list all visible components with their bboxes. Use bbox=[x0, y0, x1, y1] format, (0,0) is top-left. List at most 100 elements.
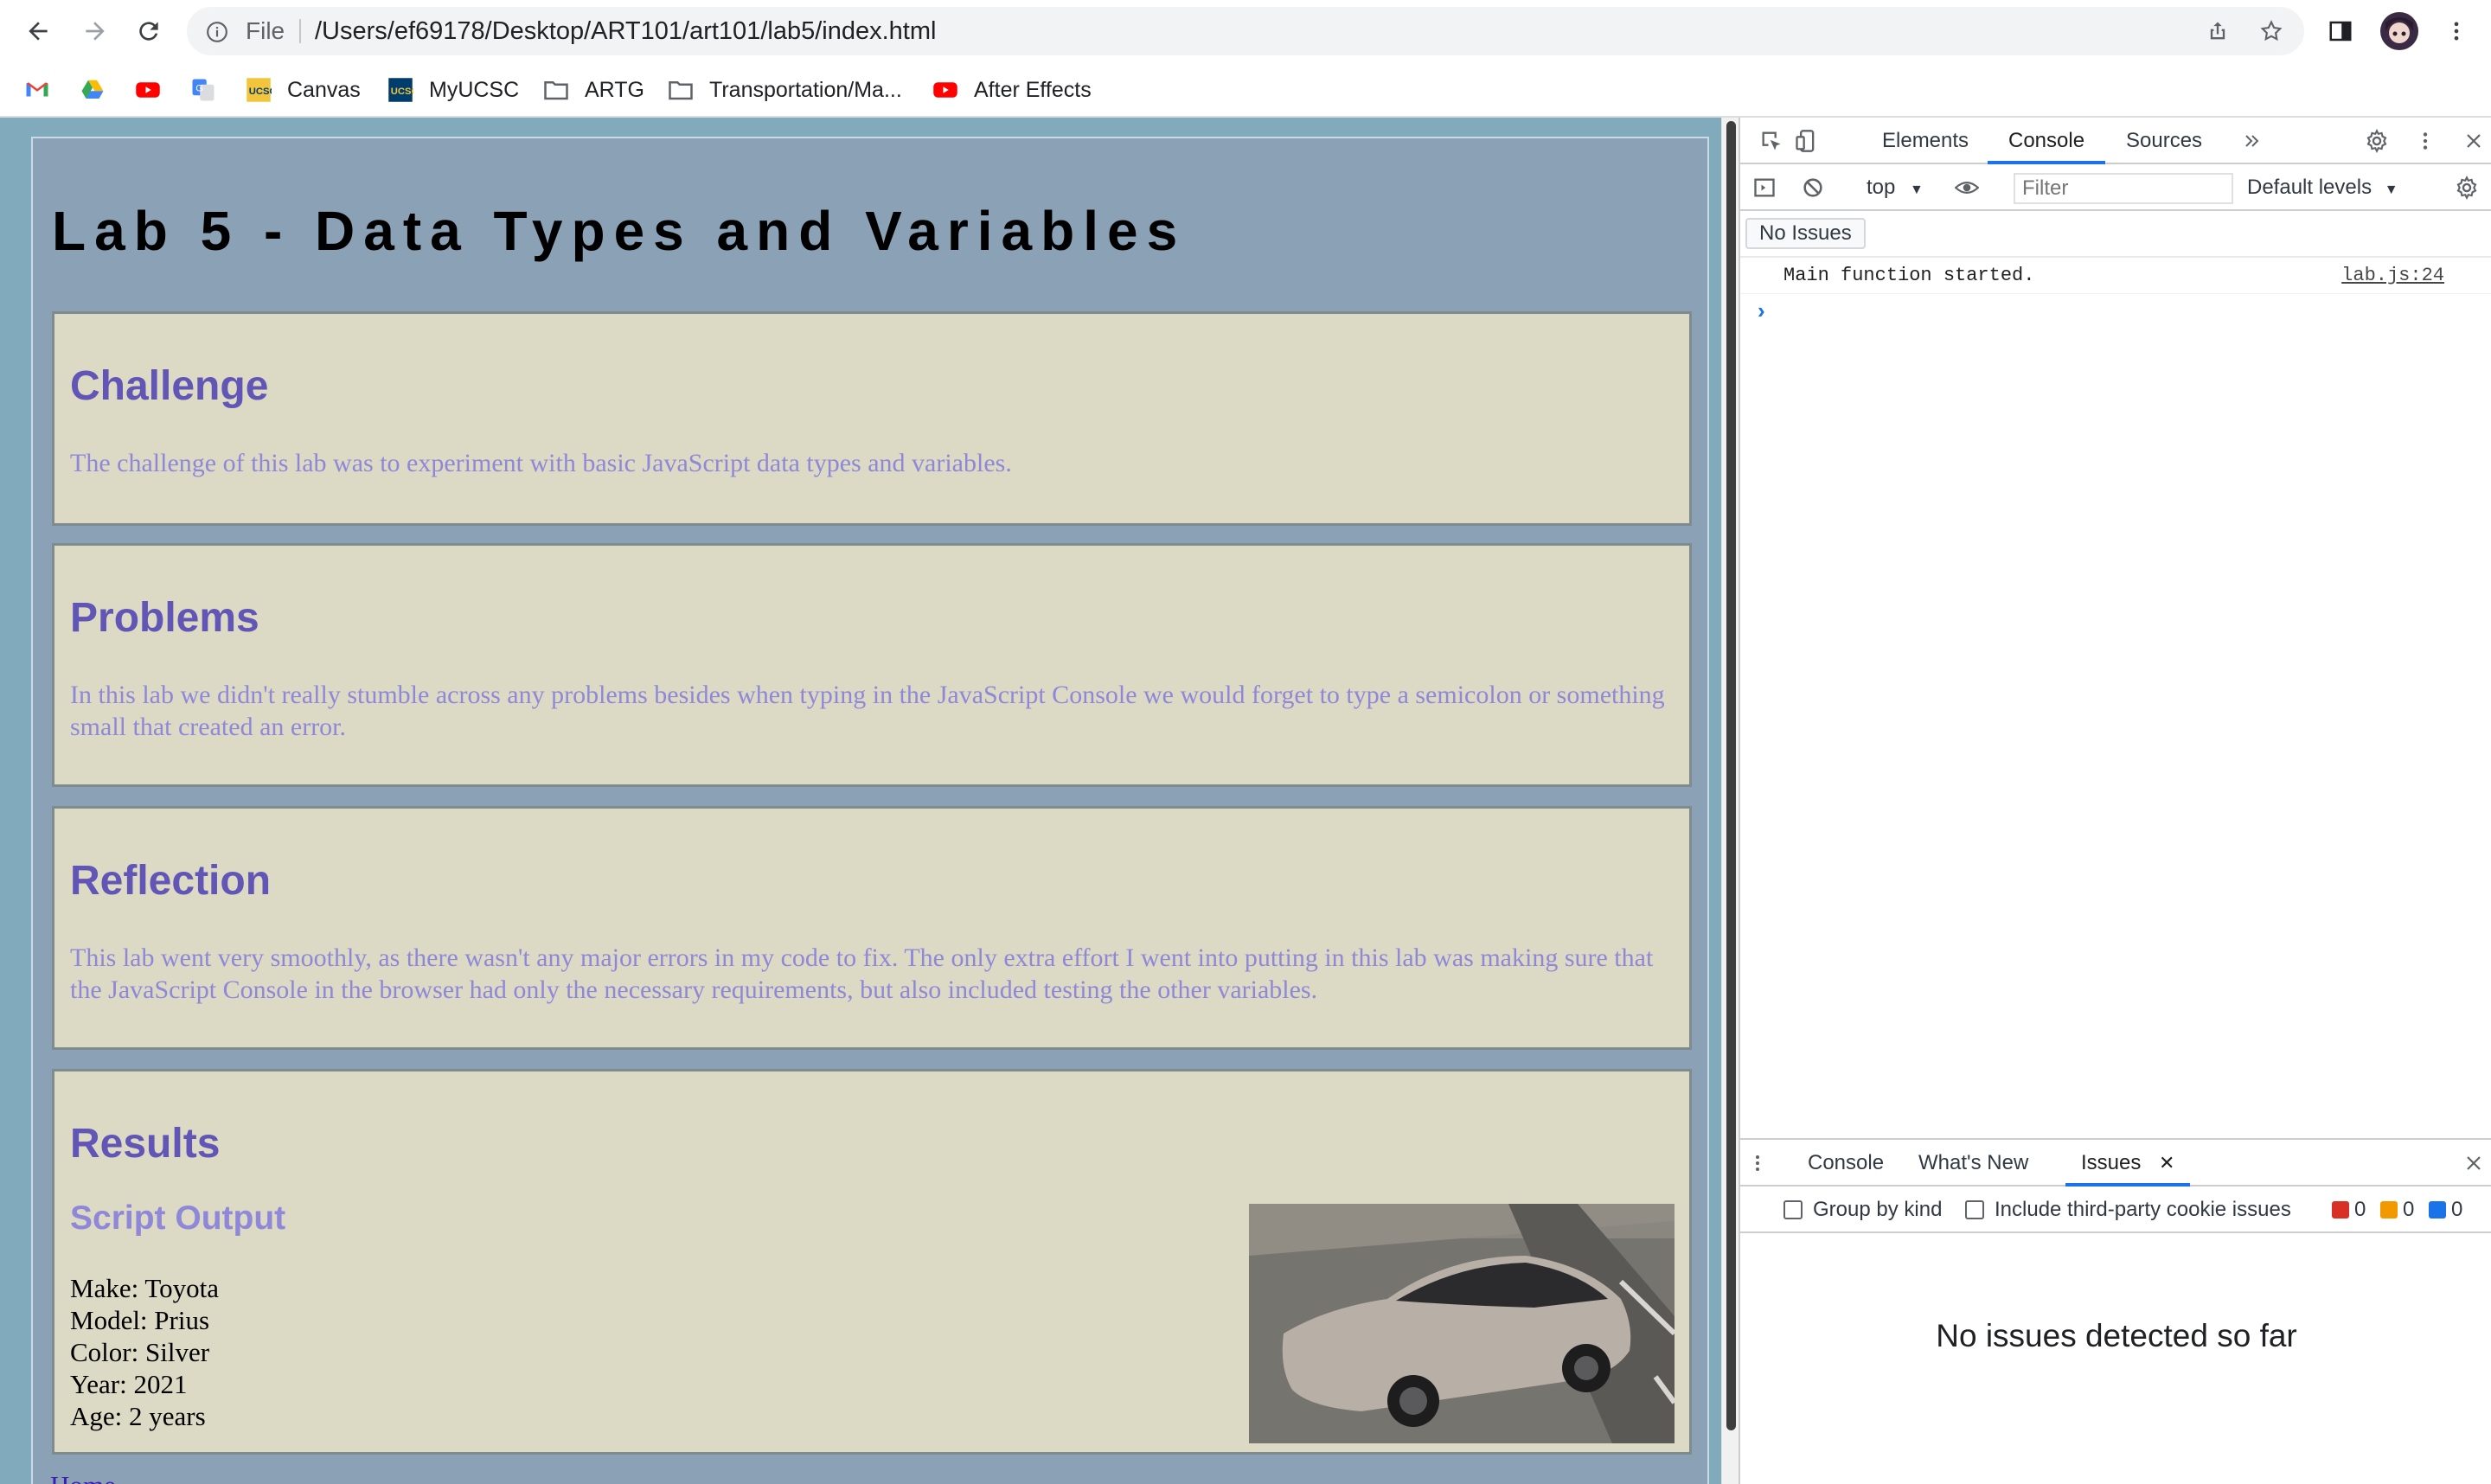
error-count: 0 bbox=[2332, 1187, 2366, 1233]
challenge-text: The challenge of this lab was to experim… bbox=[70, 449, 1012, 477]
back-button[interactable] bbox=[21, 14, 55, 48]
star-icon[interactable] bbox=[2259, 19, 2283, 43]
youtube-icon bbox=[933, 82, 957, 98]
warning-count: 0 bbox=[2380, 1187, 2414, 1233]
tab-sources[interactable]: Sources bbox=[2126, 118, 2202, 164]
settings-gear-icon[interactable] bbox=[2365, 129, 2389, 153]
console-message: Main function started. lab.js:24 bbox=[1740, 258, 2491, 294]
tab-console[interactable]: Console bbox=[1988, 118, 2106, 164]
tab-elements[interactable]: Elements bbox=[1882, 118, 1969, 164]
no-issues-button[interactable]: No Issues bbox=[1745, 218, 1866, 249]
console-settings-icon[interactable] bbox=[2455, 176, 2479, 200]
bookmark-label: Canvas bbox=[287, 77, 361, 102]
problems-text: In this lab we didn't really stumble acr… bbox=[70, 681, 1665, 741]
avatar[interactable] bbox=[2380, 12, 2418, 50]
drawer-tab-console[interactable]: Console bbox=[1808, 1140, 1884, 1187]
bookmark-google-translate[interactable]: G bbox=[190, 62, 232, 118]
arrow-left-icon bbox=[29, 22, 48, 41]
reflection-heading: Reflection bbox=[70, 858, 272, 904]
info-icon bbox=[2429, 1201, 2446, 1219]
page-scrollbar[interactable] bbox=[1721, 118, 1739, 1484]
group-by-kind-label: Group by kind bbox=[1813, 1198, 1943, 1221]
output-line: Age: 2 years bbox=[70, 1401, 206, 1431]
ucsc-icon: UCSC bbox=[388, 78, 413, 102]
bookmark-artg[interactable]: ARTG bbox=[543, 62, 644, 118]
close-drawer-icon[interactable] bbox=[2462, 1151, 2486, 1175]
console-prompt-icon[interactable]: › bbox=[1758, 294, 1765, 327]
side-panel-button[interactable] bbox=[2323, 14, 2358, 48]
bookmark-google-drive[interactable] bbox=[80, 62, 121, 118]
console-toolbar: top ▼ Default levels ▼ bbox=[1740, 164, 2491, 211]
challenge-heading: Challenge bbox=[70, 363, 269, 409]
results-heading: Results bbox=[70, 1121, 221, 1167]
inspect-element-icon[interactable] bbox=[1759, 129, 1783, 153]
bookmark-label: After Effects bbox=[974, 77, 1092, 102]
log-levels-label: Default levels bbox=[2247, 176, 2373, 199]
kebab-menu-icon[interactable] bbox=[2413, 129, 2437, 153]
info-icon[interactable] bbox=[206, 21, 228, 43]
side-panel-icon bbox=[2329, 21, 2352, 42]
script-output-heading: Script Output bbox=[70, 1199, 286, 1237]
svg-text:G: G bbox=[195, 83, 203, 93]
more-tabs-icon[interactable] bbox=[2240, 129, 2264, 153]
browser-toolbar: File /Users/ef69178/Desktop/ART101/art10… bbox=[0, 0, 2491, 62]
devtools-tab-bar: Elements Console Sources bbox=[1740, 118, 2491, 164]
log-levels-dropdown[interactable]: Default levels ▼ bbox=[2247, 164, 2398, 211]
sidebar-toggle-icon[interactable] bbox=[1752, 176, 1777, 200]
warning-icon bbox=[2380, 1201, 2398, 1219]
reload-button[interactable] bbox=[131, 14, 166, 48]
dropdown-arrow-icon: ▼ bbox=[2384, 182, 2398, 197]
script-output: Make: Toyota Model: Prius Color: Silver … bbox=[70, 1272, 219, 1432]
dropdown-arrow-icon: ▼ bbox=[1910, 182, 1924, 197]
device-toolbar-icon[interactable] bbox=[1794, 129, 1818, 153]
eye-icon[interactable] bbox=[1955, 176, 1979, 200]
youtube-icon bbox=[136, 82, 160, 98]
bookmark-after-effects[interactable]: After Effects bbox=[932, 62, 1092, 118]
info-count: 0 bbox=[2429, 1187, 2462, 1233]
info-count-value: 0 bbox=[2451, 1198, 2463, 1221]
reflection-text: This lab went very smoothly, as there wa… bbox=[70, 943, 1654, 1004]
page-title: Lab 5 - Data Types and Variables bbox=[52, 200, 1187, 262]
drawer-tab-issues-label: Issues bbox=[2081, 1151, 2142, 1174]
menu-button[interactable] bbox=[2439, 14, 2474, 48]
bookmark-gmail[interactable] bbox=[24, 62, 66, 118]
kebab-menu-icon bbox=[2454, 22, 2459, 41]
folder-icon bbox=[544, 81, 568, 100]
bookmark-transportation[interactable]: Transportation/Ma... bbox=[668, 62, 902, 118]
home-link[interactable]: Home bbox=[50, 1470, 116, 1484]
arrow-right-icon bbox=[86, 22, 105, 41]
close-icon[interactable] bbox=[2462, 129, 2486, 153]
bookmark-youtube[interactable] bbox=[135, 62, 176, 118]
devtools-drawer: Console What's New Issues ✕ Group by kin… bbox=[1740, 1138, 2491, 1484]
error-icon bbox=[2332, 1201, 2349, 1219]
drawer-menu-icon[interactable] bbox=[1745, 1151, 1770, 1175]
drawer-tab-whats-new[interactable]: What's New bbox=[1918, 1140, 2028, 1187]
third-party-cookie-label: Include third-party cookie issues bbox=[1995, 1198, 2291, 1221]
scrollbar-thumb[interactable] bbox=[1726, 121, 1736, 1430]
group-by-kind-checkbox[interactable] bbox=[1783, 1200, 1803, 1219]
page-viewport: Lab 5 - Data Types and Variables Challen… bbox=[0, 118, 1721, 1484]
svg-text:UCSC: UCSC bbox=[391, 86, 413, 97]
url-text[interactable]: /Users/ef69178/Desktop/ART101/art101/lab… bbox=[315, 7, 936, 55]
close-tab-icon[interactable]: ✕ bbox=[2159, 1152, 2174, 1174]
bookmark-myucsc[interactable]: UCSC MyUCSC bbox=[387, 62, 519, 118]
third-party-cookie-checkbox[interactable] bbox=[1965, 1200, 1984, 1219]
context-selector[interactable]: top ▼ bbox=[1867, 164, 1924, 211]
bookmark-label: MyUCSC bbox=[429, 77, 520, 102]
console-source-link[interactable]: lab.js:24 bbox=[2341, 258, 2444, 294]
bookmark-canvas[interactable]: UCSC Canvas bbox=[246, 62, 361, 118]
forward-button[interactable] bbox=[78, 14, 112, 48]
output-line: Year: 2021 bbox=[70, 1369, 188, 1399]
google-translate-icon: G bbox=[192, 79, 215, 101]
bookmark-label: Transportation/Ma... bbox=[709, 77, 902, 102]
filter-input[interactable] bbox=[2014, 173, 2233, 204]
console-message-text: Main function started. bbox=[1783, 265, 2035, 286]
divider bbox=[299, 19, 301, 43]
results-section: Results Script Output Make: Toyota Model… bbox=[52, 1069, 1692, 1455]
reflection-section: Reflection This lab went very smoothly, … bbox=[52, 806, 1692, 1050]
share-icon[interactable] bbox=[2206, 19, 2230, 43]
issues-bar: No Issues bbox=[1740, 211, 2491, 258]
drawer-tab-issues[interactable]: Issues ✕ bbox=[2065, 1140, 2191, 1187]
address-bar[interactable]: File /Users/ef69178/Desktop/ART101/art10… bbox=[187, 7, 2304, 55]
clear-console-icon[interactable] bbox=[1801, 176, 1825, 200]
